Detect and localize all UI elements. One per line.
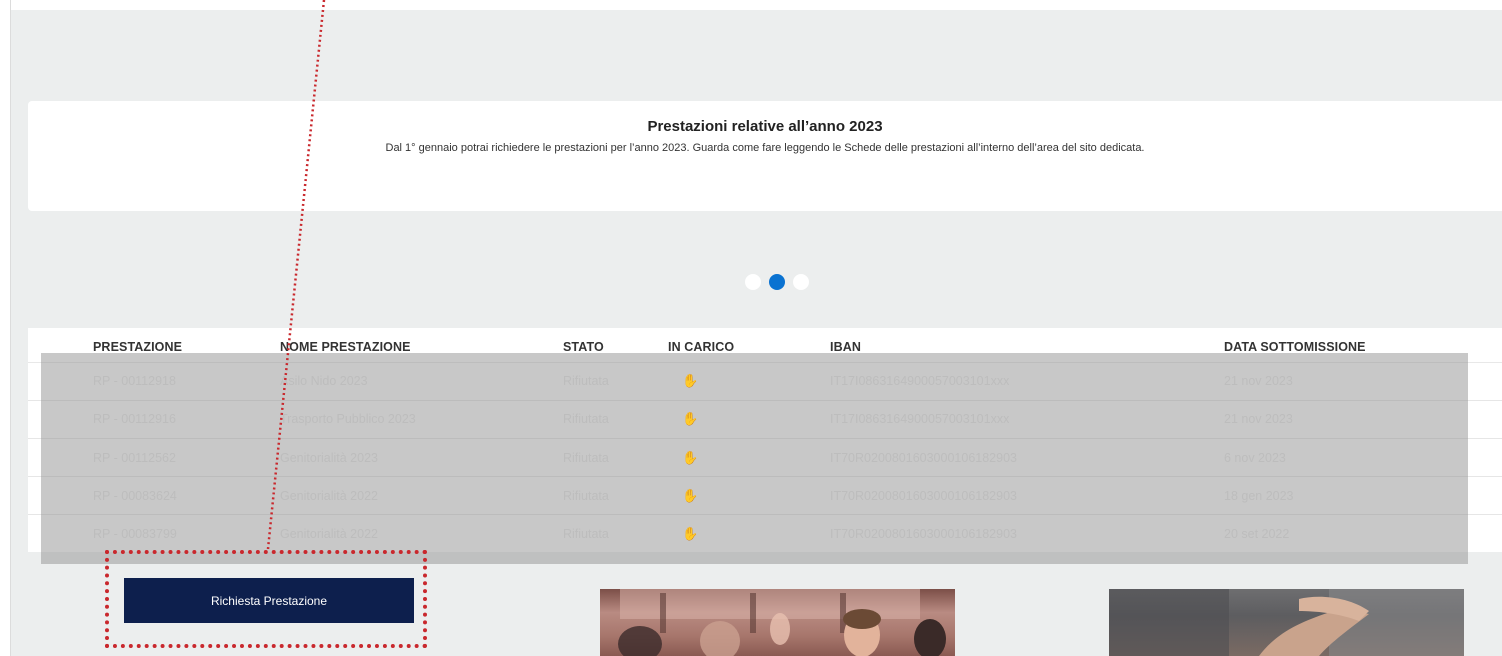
cell-stato: Rifiutata xyxy=(563,451,609,465)
cell-data: 21 nov 2023 xyxy=(1224,374,1293,388)
cell-iban: IT17I0863164900057003101xxx xyxy=(830,412,1010,426)
carousel-dot-1[interactable] xyxy=(745,274,761,290)
cell-nome-prestazione: Asilo Nido 2023 xyxy=(280,374,368,388)
hand-icon: ✋ xyxy=(682,526,699,541)
column-header-prestazione[interactable]: PRESTAZIONE xyxy=(93,340,182,354)
cell-nome-prestazione: Genitorialità 2023 xyxy=(280,451,378,465)
cell-iban: IT17I0863164900057003101xxx xyxy=(830,374,1010,388)
cell-nome-prestazione: Trasporto Pubblico 2023 xyxy=(280,412,416,426)
banner-text: Dal 1° gennaio potrai richiedere le pres… xyxy=(385,142,1145,154)
carousel-dot-3[interactable] xyxy=(793,274,809,290)
cell-iban: IT70R0200801603000106182903 xyxy=(830,527,1017,541)
cell-data: 21 nov 2023 xyxy=(1224,412,1293,426)
left-divider xyxy=(10,0,11,656)
promo-image-hands[interactable] xyxy=(1109,589,1464,656)
left-strip xyxy=(0,0,10,656)
cell-prestazione-id[interactable]: RP - 00083799 xyxy=(93,527,177,541)
cell-prestazione-id[interactable]: RP - 00112562 xyxy=(93,451,176,465)
cell-nome-prestazione: Genitorialità 2022 xyxy=(280,527,378,541)
cell-iban: IT70R0200801603000106182903 xyxy=(830,489,1017,503)
cell-iban: IT70R0200801603000106182903 xyxy=(830,451,1017,465)
cell-prestazione-id[interactable]: RP - 00112916 xyxy=(93,412,176,426)
column-header-in-carico[interactable]: IN CARICO xyxy=(668,340,734,354)
hand-icon: ✋ xyxy=(682,411,699,426)
cell-data: 20 set 2022 xyxy=(1224,527,1290,541)
cell-data: 18 gen 2023 xyxy=(1224,489,1294,503)
column-header-stato[interactable]: STATO xyxy=(563,340,604,354)
cell-stato: Rifiutata xyxy=(563,527,609,541)
cell-nome-prestazione: Genitorialità 2022 xyxy=(280,489,378,503)
cell-stato: Rifiutata xyxy=(563,412,609,426)
cell-data: 6 nov 2023 xyxy=(1224,451,1286,465)
column-header-data-sottomissione[interactable]: DATA SOTTOMISSIONE xyxy=(1224,340,1366,354)
cell-prestazione-id[interactable]: RP - 00112918 xyxy=(93,374,176,388)
top-band xyxy=(11,0,1502,10)
carousel-banner: Prestazioni relative all’anno 2023 Dal 1… xyxy=(28,101,1502,211)
cell-stato: Rifiutata xyxy=(563,374,609,388)
tutorial-highlight-box xyxy=(105,550,427,648)
column-header-iban[interactable]: IBAN xyxy=(830,340,861,354)
hand-icon: ✋ xyxy=(682,450,699,465)
carousel-dot-2[interactable] xyxy=(769,274,785,290)
banner-title: Prestazioni relative all’anno 2023 xyxy=(647,118,883,135)
hand-icon: ✋ xyxy=(682,488,699,503)
hand-icon: ✋ xyxy=(682,373,699,388)
cell-stato: Rifiutata xyxy=(563,489,609,503)
column-header-nome-prestazione[interactable]: NOME PRESTAZIONE xyxy=(280,340,411,354)
promo-image-people[interactable] xyxy=(600,589,955,656)
cell-prestazione-id[interactable]: RP - 00083624 xyxy=(93,489,177,503)
